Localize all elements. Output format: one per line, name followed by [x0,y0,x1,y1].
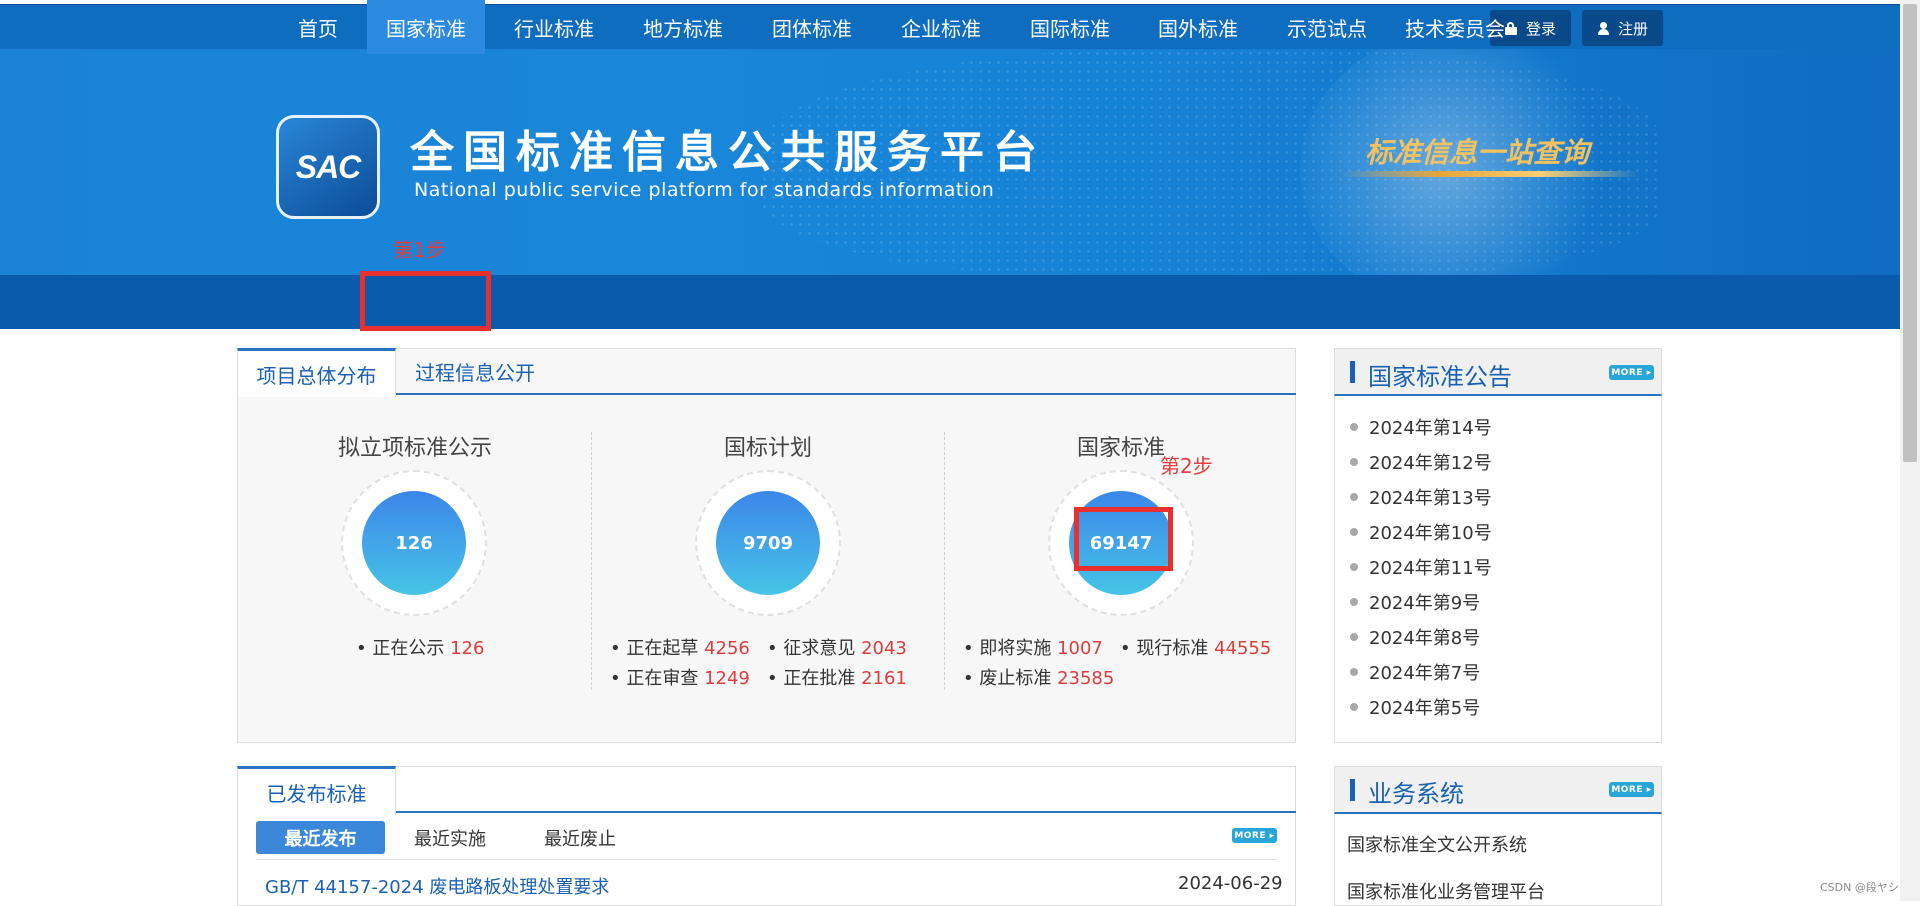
bullet-icon [1350,703,1358,711]
divider [256,859,1278,860]
step2-highlight-box [1074,507,1173,571]
stat-current[interactable]: • 现行标准 44555 [1120,634,1271,660]
sac-logo[interactable]: SAC [276,115,380,219]
register-label: 注册 [1617,19,1648,38]
subtab-recent-implemented[interactable]: 最近实施 [400,821,500,854]
bullet-icon [1350,668,1358,676]
nav-item-national-standards[interactable]: 国家标准 [367,0,485,54]
announcement-item[interactable]: 2024年第13号 [1350,484,1492,510]
nav-item-pilot-demo[interactable]: 示范试点 [1267,0,1387,54]
total-plan[interactable]: 9709 [716,491,820,595]
header-accent-bar [1350,361,1355,383]
nav-item-industry-standards[interactable]: 行业标准 [494,0,614,54]
nav-item-home[interactable]: 首页 [258,0,378,54]
announcements-title: 国家标准公告 [1368,363,1512,391]
nav-item-enterprise-standards[interactable]: 企业标准 [881,0,1001,54]
total-proposed[interactable]: 126 [362,491,466,595]
announcements-more-button[interactable]: MORE ▸ [1609,365,1654,380]
site-subtitle: National public service platform for sta… [414,179,995,201]
site-title: 全国标准信息公共服务平台 [410,127,1046,178]
stat-approving[interactable]: • 正在批准 2161 [767,664,907,690]
login-label: 登录 [1525,19,1556,38]
watermark: CSDN @段ヤシ [1820,881,1899,894]
subtab-recent-published[interactable]: 最近发布 [256,821,385,854]
published-more-button[interactable]: MORE ▸ [1232,828,1277,843]
bullet-icon [1350,598,1358,606]
bullet-icon [1350,633,1358,641]
published-item-title[interactable]: GB/T 44157-2024 废电路板处理处置要求 [265,873,609,899]
tab-published-standards[interactable]: 已发布标准 [237,766,396,815]
slogan: 标准信息一站查询 [1365,136,1590,169]
bullet-icon [1350,563,1358,571]
announcement-item[interactable]: 2024年第8号 [1350,624,1480,650]
header-banner: SAC 全国标准信息公共服务平台 National public service… [0,49,1900,275]
announcement-item[interactable]: 2024年第12号 [1350,449,1492,475]
stat-abolished[interactable]: • 废止标准 23585 [963,664,1114,690]
main-nav [0,275,1900,329]
tab-process-info[interactable]: 过程信息公开 [400,348,550,395]
bullet-icon [1350,493,1358,501]
col-title-proposed: 拟立项标准公示 [337,436,492,461]
stat-proposed-public[interactable]: • 正在公示 126 [356,634,484,660]
system-item-fulltext[interactable]: 国家标准全文公开系统 [1347,831,1527,857]
step1-highlight-box [360,271,491,331]
announcement-item[interactable]: 2024年第11号 [1350,554,1492,580]
user-icon [1597,21,1610,35]
stat-upcoming[interactable]: • 即将实施 1007 [963,634,1103,660]
announcement-item[interactable]: 2024年第5号 [1350,694,1480,720]
column-divider [944,432,945,690]
scrollbar-thumb[interactable] [1903,4,1917,462]
announcement-item[interactable]: 2024年第9号 [1350,589,1480,615]
nav-item-tech-committee[interactable]: 技术委员会 [1395,0,1515,54]
stat-reviewing[interactable]: • 正在审查 1249 [610,664,750,690]
published-item-date: 2024-06-29 [1178,873,1283,894]
nav-item-international-standards[interactable]: 国际标准 [1010,0,1130,54]
tab-project-distribution[interactable]: 项目总体分布 [237,348,396,397]
systems-title: 业务系统 [1368,780,1464,808]
slogan-streak [1340,171,1640,177]
bullet-icon [1350,423,1358,431]
step2-annotation: 第2步 [1160,454,1213,478]
announcement-item[interactable]: 2024年第14号 [1350,414,1492,440]
announcement-item[interactable]: 2024年第7号 [1350,659,1480,685]
stat-soliciting[interactable]: • 征求意见 2043 [767,634,907,660]
stat-drafting[interactable]: • 正在起草 4256 [610,634,750,660]
subtab-recent-abolished[interactable]: 最近废止 [530,821,630,854]
col-title-plan: 国标计划 [723,436,812,461]
systems-more-button[interactable]: MORE ▸ [1609,782,1654,797]
column-divider [591,432,592,690]
system-item-management[interactable]: 国家标准化业务管理平台 [1347,878,1545,904]
nav-item-foreign-standards[interactable]: 国外标准 [1138,0,1258,54]
step1-annotation: 第1步 [393,238,446,262]
bullet-icon [1350,458,1358,466]
bullet-icon [1350,528,1358,536]
announcement-item[interactable]: 2024年第10号 [1350,519,1492,545]
register-button[interactable]: 注册 [1582,10,1663,46]
nav-item-group-standards[interactable]: 团体标准 [752,0,872,54]
nav-item-local-standards[interactable]: 地方标准 [623,0,743,54]
header-accent-bar [1350,779,1355,801]
